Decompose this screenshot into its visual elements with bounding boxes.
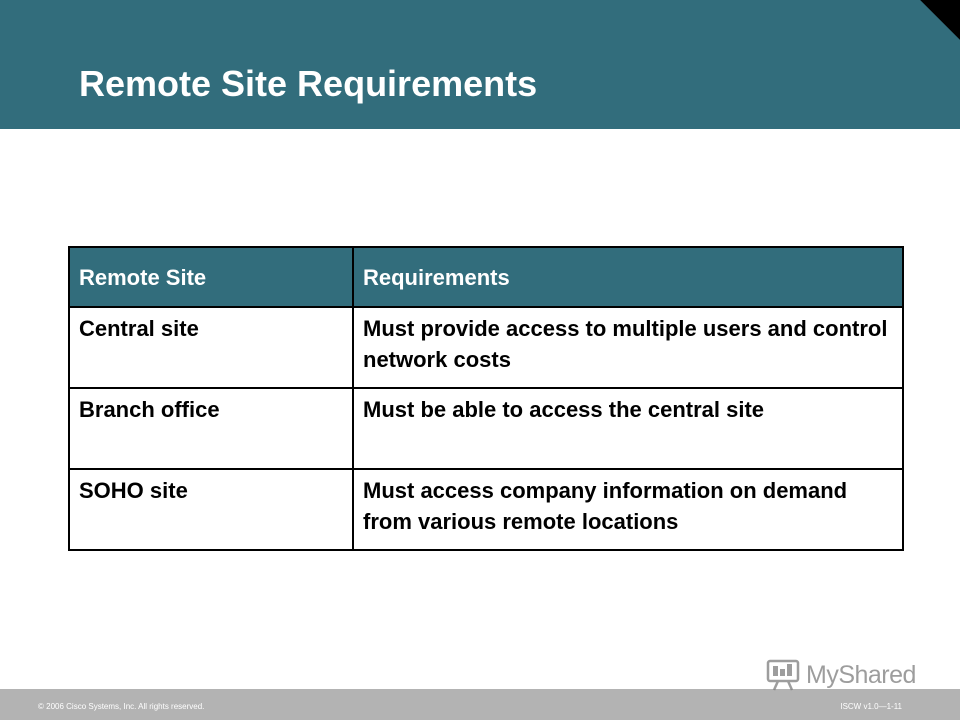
table-row: Central site Must provide access to mult…	[68, 306, 904, 389]
table-cell-site: SOHO site	[68, 468, 354, 551]
table-cell-site: Branch office	[68, 387, 354, 470]
requirements-table: Remote Site Requirements Central site Mu…	[68, 246, 904, 551]
table-row: SOHO site Must access company informatio…	[68, 468, 904, 551]
slide-title: Remote Site Requirements	[79, 63, 538, 104]
column-header-requirements: Requirements	[352, 246, 904, 308]
table-cell-requirement: Must be able to access the central site	[352, 387, 904, 470]
course-id: ISCW v1.0—1-11	[840, 702, 902, 711]
table-header-row: Remote Site Requirements	[68, 246, 904, 308]
watermark: MyShared	[766, 658, 916, 692]
table-row: Branch office Must be able to access the…	[68, 387, 904, 470]
table-cell-site: Central site	[68, 306, 354, 389]
page-corner-fold	[920, 0, 960, 40]
copyright-notice: © 2006 Cisco Systems, Inc. All rights re…	[38, 702, 205, 711]
table-cell-requirement: Must access company information on deman…	[352, 468, 904, 551]
table-cell-requirement: Must provide access to multiple users an…	[352, 306, 904, 389]
watermark-text: MyShared	[806, 660, 916, 689]
presentation-board-icon	[766, 659, 800, 691]
column-header-remote-site: Remote Site	[68, 246, 354, 308]
